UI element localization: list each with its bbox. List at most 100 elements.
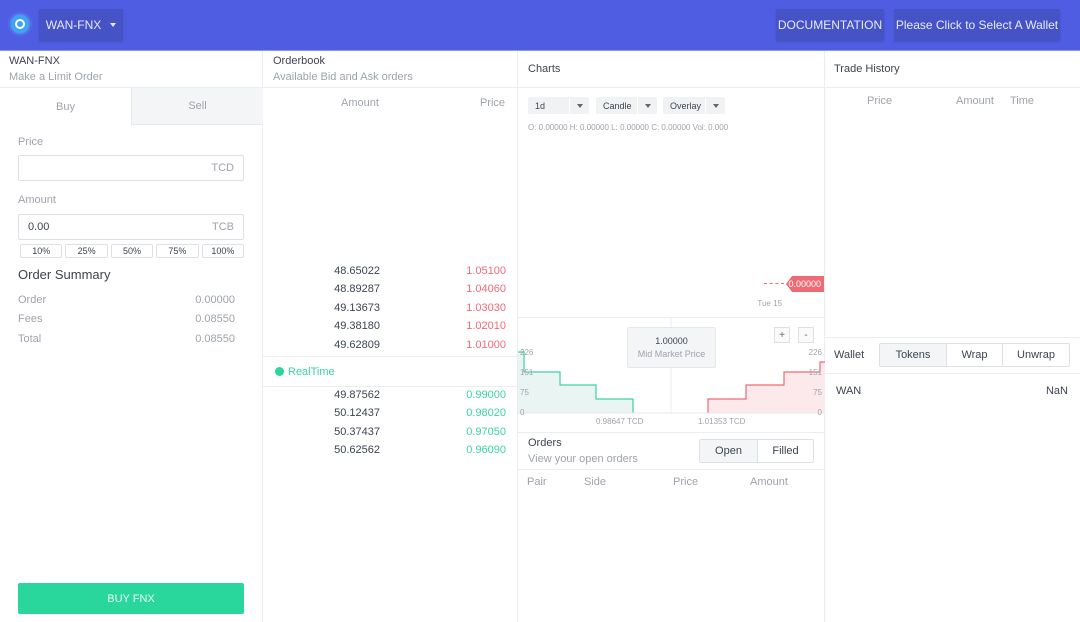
pct-25-button[interactable]: 25%	[65, 244, 108, 258]
realtime-indicator: RealTime	[263, 356, 518, 387]
bid-price-label: 0.98647 TCD	[596, 417, 644, 426]
last-price-line	[764, 283, 784, 284]
y-tick-right: 0	[818, 408, 823, 417]
bid-price: 0.98020	[466, 407, 506, 419]
bid-price: 0.97050	[466, 426, 506, 438]
summary-value: 0.00000	[195, 294, 235, 306]
ask-depth-area	[708, 362, 825, 413]
bid-amount: 50.37437	[334, 426, 380, 438]
price-header: Price	[479, 97, 505, 109]
tab-open[interactable]: Open	[700, 440, 757, 462]
y-tick-left: 75	[520, 388, 529, 397]
top-bar: WAN-FNX DOCUMENTATION Please Click to Se…	[0, 0, 1080, 51]
bid-row[interactable]: 49.87562 0.99000	[263, 389, 518, 407]
panel-title: Trade History	[834, 63, 900, 75]
pct-10-button[interactable]: 10%	[20, 244, 63, 258]
date-axis-label: Tue 15	[757, 299, 782, 308]
zoom-out-button[interactable]: -	[798, 327, 814, 343]
buy-fnx-button[interactable]: BUY FNX	[18, 583, 244, 614]
divider	[263, 87, 517, 88]
ask-amount: 49.62809	[334, 339, 380, 351]
interval-select[interactable]: 1d	[528, 97, 589, 114]
pct-75-button[interactable]: 75%	[156, 244, 199, 258]
bid-row[interactable]: 50.12437 0.98020	[263, 407, 518, 425]
pair-selector[interactable]: WAN-FNX	[39, 9, 123, 41]
divider	[825, 87, 1080, 88]
tab-tokens[interactable]: Tokens	[880, 344, 946, 366]
amount-header: Amount	[341, 97, 379, 109]
y-tick-right: 75	[813, 388, 822, 397]
tab-unwrap[interactable]: Unwrap	[1002, 344, 1069, 366]
divider	[825, 373, 1080, 374]
ask-row[interactable]: 48.89287 1.04060	[263, 283, 518, 301]
percentage-buttons: 10% 25% 50% 75% 100%	[20, 244, 245, 258]
price-unit: TCD	[211, 162, 234, 174]
ask-row[interactable]: 49.62809 1.01000	[263, 339, 518, 357]
panel-subtitle: Available Bid and Ask orders	[273, 71, 413, 83]
wallet-tabs: Tokens Wrap Unwrap	[879, 343, 1070, 367]
select-wallet-button[interactable]: Please Click to Select A Wallet	[894, 9, 1060, 41]
price-input[interactable]: TCD	[18, 155, 244, 181]
bid-amount: 50.12437	[334, 407, 380, 419]
orders-subtitle: View your open orders	[528, 453, 638, 465]
summary-key: Fees	[18, 313, 43, 325]
ask-amount: 48.89287	[334, 283, 380, 295]
summary-row-total: Total 0.08550	[18, 333, 235, 345]
ask-amount: 48.65022	[334, 265, 380, 277]
ask-price: 1.02010	[466, 320, 506, 332]
tab-buy[interactable]: Buy	[0, 88, 131, 125]
mid-price-value: 1.00000	[655, 336, 688, 346]
ask-row[interactable]: 49.38180 1.02010	[263, 320, 518, 338]
last-price-tag: 0.00000	[786, 276, 824, 292]
ask-row[interactable]: 48.65022 1.05100	[263, 265, 518, 283]
wallet-token: WAN	[836, 385, 862, 397]
amount-input[interactable]: 0.00 TCB	[18, 214, 244, 240]
bid-amount: 50.62562	[334, 444, 380, 456]
summary-row-order: Order 0.00000	[18, 294, 235, 306]
divider	[518, 469, 824, 470]
y-tick-left: 226	[520, 348, 534, 357]
tab-filled[interactable]: Filled	[757, 440, 813, 462]
pct-50-button[interactable]: 50%	[110, 244, 154, 258]
history-header-price: Price	[867, 95, 893, 107]
panel-title: Charts	[528, 63, 561, 75]
ask-amount: 49.38180	[334, 320, 380, 332]
tab-wrap[interactable]: Wrap	[946, 344, 1002, 366]
chart-type-select[interactable]: Candle	[596, 97, 657, 114]
panel-title: Orderbook	[273, 55, 325, 67]
order-form-panel: WAN-FNX Make a Limit Order Buy Sell Pric…	[0, 51, 263, 622]
pct-100-button[interactable]: 100%	[201, 244, 245, 258]
summary-value: 0.08550	[195, 333, 235, 345]
overlay-value: Overlay	[670, 100, 702, 111]
zoom-in-button[interactable]: +	[774, 327, 790, 343]
wallet-balance: NaN	[1045, 385, 1068, 397]
documentation-button[interactable]: DOCUMENTATION	[776, 9, 884, 41]
bid-amount: 49.87562	[334, 389, 380, 401]
overlay-select[interactable]: Overlay	[663, 97, 725, 114]
trade-history-panel: Trade History Price Amount Time Wallet T…	[825, 51, 1080, 622]
caret-down-icon	[569, 97, 589, 114]
panel-subtitle: Make a Limit Order	[9, 71, 103, 83]
tab-sell[interactable]: Sell	[131, 88, 263, 125]
ask-amount: 49.13673	[334, 302, 380, 314]
orders-header-pair: Pair	[527, 476, 547, 488]
amount-label: Amount	[18, 194, 56, 206]
y-tick-right: 226	[809, 348, 823, 357]
mid-market-box: 1.00000 Mid Market Price	[627, 327, 716, 368]
bid-row[interactable]: 50.37437 0.97050	[263, 426, 518, 444]
orderbook-panel: Orderbook Available Bid and Ask orders A…	[263, 51, 518, 622]
ask-price: 1.04060	[466, 283, 506, 295]
amount-value: 0.00	[28, 221, 50, 233]
ask-price: 1.01000	[466, 339, 506, 351]
app-logo-icon	[11, 15, 29, 33]
ask-price: 1.03030	[466, 302, 506, 314]
side-tabs: Buy Sell	[0, 88, 263, 125]
realtime-label: RealTime	[288, 365, 335, 378]
status-dot-icon	[275, 367, 284, 376]
amount-unit: TCB	[212, 221, 234, 233]
ask-row[interactable]: 49.13673 1.03030	[263, 302, 518, 320]
ask-price-label: 1.01353 TCD	[698, 417, 746, 426]
bid-row[interactable]: 50.62562 0.96090	[263, 444, 518, 462]
charts-panel: Charts 1d Candle Overlay O: 0.00000 H: 0…	[518, 51, 825, 622]
caret-down-icon	[110, 23, 117, 27]
